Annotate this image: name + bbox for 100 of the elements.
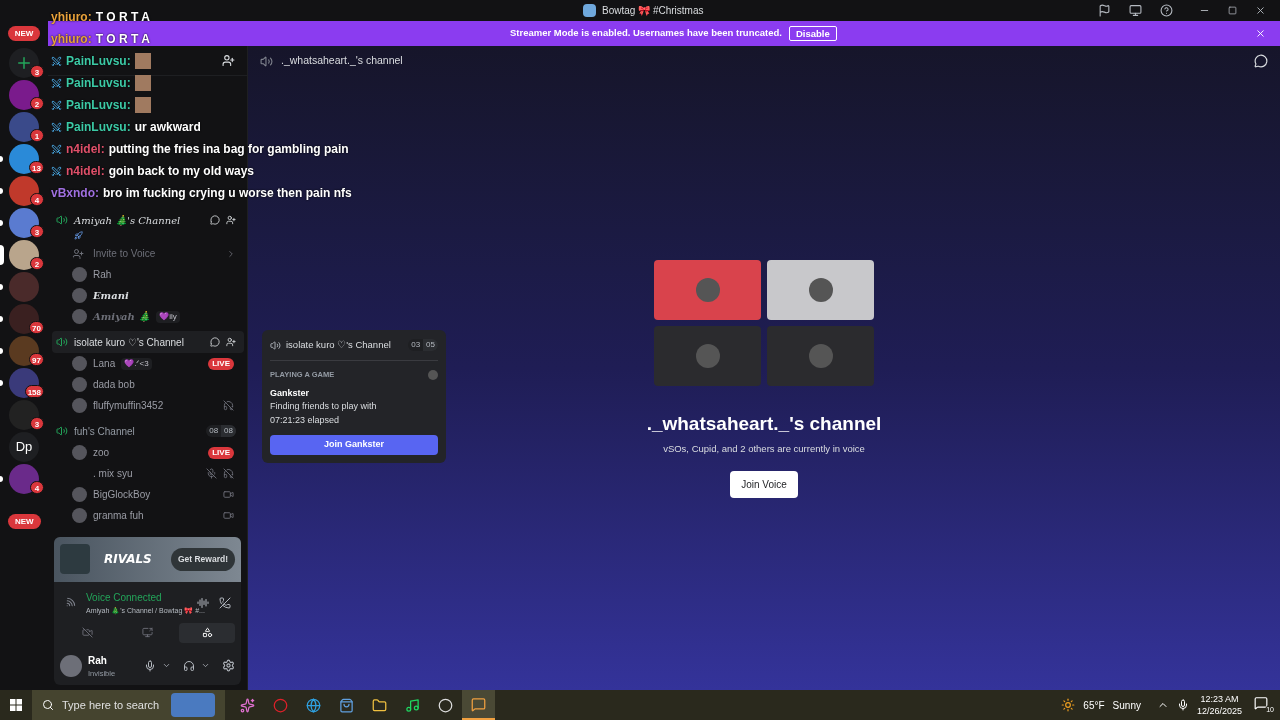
channel-title: ._whatsaheart._'s channel [281, 53, 403, 69]
member-row[interactable]: granma fuh [52, 505, 244, 526]
server-item[interactable]: 4 [0, 463, 48, 495]
chat-username: n4idel: [66, 163, 105, 180]
maximize-icon[interactable] [1228, 6, 1237, 15]
chat-message: bro im fucking crying u worse then pain nfs [103, 185, 352, 202]
chat-icon[interactable] [210, 337, 220, 347]
count-badge: 70 [29, 321, 44, 334]
member-row[interactable]: Emani [52, 285, 244, 306]
member-name[interactable]: fluffymuffin3452 [93, 398, 164, 413]
server-icon[interactable] [9, 304, 39, 334]
sound-wave-icon[interactable] [197, 597, 209, 610]
server-icon[interactable] [9, 336, 39, 366]
taskbar-app[interactable] [462, 690, 495, 720]
help-icon[interactable] [1160, 4, 1173, 17]
notifications-icon[interactable] [1254, 696, 1268, 710]
activities-button[interactable] [179, 622, 235, 643]
chat-icon[interactable] [210, 215, 220, 225]
close-icon[interactable] [1255, 5, 1266, 16]
speaker-icon [260, 54, 273, 68]
member-row[interactable]: dada bob [52, 374, 244, 395]
server-item[interactable]: 1 [0, 111, 48, 143]
server-item[interactable]: 3 [0, 207, 48, 239]
avatar [72, 288, 87, 303]
channel-name: isolate kuro ♡'s Channel [74, 335, 184, 350]
member-name[interactable]: Lana [93, 356, 116, 371]
search-input[interactable]: Type here to search [62, 696, 163, 714]
member-name[interactable]: granma fuh [93, 508, 144, 523]
chat-message: putting the fries ina bag for gambling pain [108, 141, 349, 158]
member-row[interactable]: BigGlockBoy [52, 484, 244, 505]
windows-icon[interactable] [10, 699, 22, 711]
invite-to-voice-item[interactable]: Invite to Voice [52, 243, 244, 264]
avatar [72, 445, 87, 460]
activities-icon [201, 627, 213, 639]
get-reward-button[interactable]: Get Reward! [170, 547, 235, 571]
server-item[interactable]: 4 [0, 175, 48, 207]
game-detail: Finding friends to play with [270, 400, 378, 413]
chat-icon[interactable] [1254, 54, 1268, 68]
server-item[interactable]: 2 [0, 239, 48, 271]
member-tag: 💜.ᐟ<3 [121, 357, 152, 370]
server-item[interactable]: 158 [0, 367, 48, 399]
server-icon[interactable] [9, 368, 39, 398]
server-icon[interactable] [9, 144, 39, 174]
join-voice-button[interactable]: Join Voice [730, 471, 798, 499]
server-item[interactable]: Dp [0, 431, 48, 463]
server-icon[interactable] [9, 240, 39, 270]
chat-message: goin back to my old ways [108, 163, 255, 180]
member-row[interactable]: fluffymuffin3452 [52, 395, 244, 416]
member-row[interactable]: Lana 💜.ᐟ<3 LIVE [52, 353, 244, 374]
chat-username: vBxndo: [51, 185, 99, 202]
member-row[interactable]: Rah [52, 264, 244, 285]
voice-channel[interactable]: isolate kuro ♡'s Channel [52, 331, 244, 353]
voice-channel[interactable]: Amiyah 🎄's Channel [52, 209, 244, 231]
microphone-icon[interactable] [144, 659, 156, 672]
member-name[interactable]: Emani [93, 288, 129, 303]
inbox-icon[interactable] [1098, 4, 1111, 17]
microphone-icon[interactable] [1176, 699, 1189, 711]
add-server-button[interactable] [9, 48, 39, 78]
plus-icon [15, 54, 33, 72]
server-icon[interactable]: Dp [9, 432, 39, 462]
server-item[interactable]: 70 [0, 303, 48, 335]
close-icon[interactable] [1255, 28, 1266, 39]
chat-username: yhiuro: [51, 31, 92, 48]
add-member-icon[interactable] [222, 54, 235, 67]
server-item[interactable]: 3 [0, 47, 48, 79]
screen-icon[interactable] [1129, 4, 1142, 17]
count-badge: 4 [30, 481, 44, 494]
voice-status: Voice Connected [86, 590, 162, 605]
member-name[interactable]: . mix syu [93, 466, 133, 481]
member-row[interactable]: zoo LIVE [52, 442, 244, 463]
settings-icon[interactable] [222, 659, 235, 673]
search-field[interactable]: Type here to search [32, 690, 225, 720]
add-member-icon[interactable] [226, 215, 236, 225]
live-badge: LIVE [208, 357, 234, 370]
avatar [72, 487, 87, 502]
participant-tile[interactable] [767, 325, 874, 386]
voice-channel[interactable]: fuh's Channel 08 08 [52, 420, 244, 442]
disconnect-icon[interactable] [219, 597, 231, 610]
add-member-icon[interactable] [226, 337, 236, 347]
avatar [72, 309, 87, 324]
member-name[interactable]: dada bob [93, 377, 135, 392]
member-row[interactable]: Amiyah 🎄 💜ily [52, 306, 244, 327]
member-row[interactable]: . mix syu [52, 463, 244, 484]
participant-tile[interactable] [654, 259, 761, 320]
count-badge: 97 [29, 353, 44, 366]
server-item[interactable]: 3 [0, 399, 48, 431]
server-item[interactable]: 2 [0, 79, 48, 111]
member-name[interactable]: BigGlockBoy [93, 487, 151, 502]
participant-tile[interactable] [654, 325, 761, 386]
member-name[interactable]: Amiyah 🎄 [93, 309, 151, 324]
disable-button[interactable]: Disable [788, 26, 837, 41]
server-item[interactable]: 13 [0, 143, 48, 175]
join-game-button[interactable]: Join Gankster [270, 435, 438, 455]
participant-tile[interactable] [767, 259, 874, 320]
server-item[interactable]: 97 [0, 335, 48, 367]
new-pill[interactable]: NEW [8, 514, 41, 529]
member-name[interactable]: zoo [93, 445, 110, 460]
member-name[interactable]: Rah [93, 267, 112, 282]
headphones-icon[interactable] [183, 659, 195, 672]
new-pill[interactable]: NEW [7, 26, 41, 41]
